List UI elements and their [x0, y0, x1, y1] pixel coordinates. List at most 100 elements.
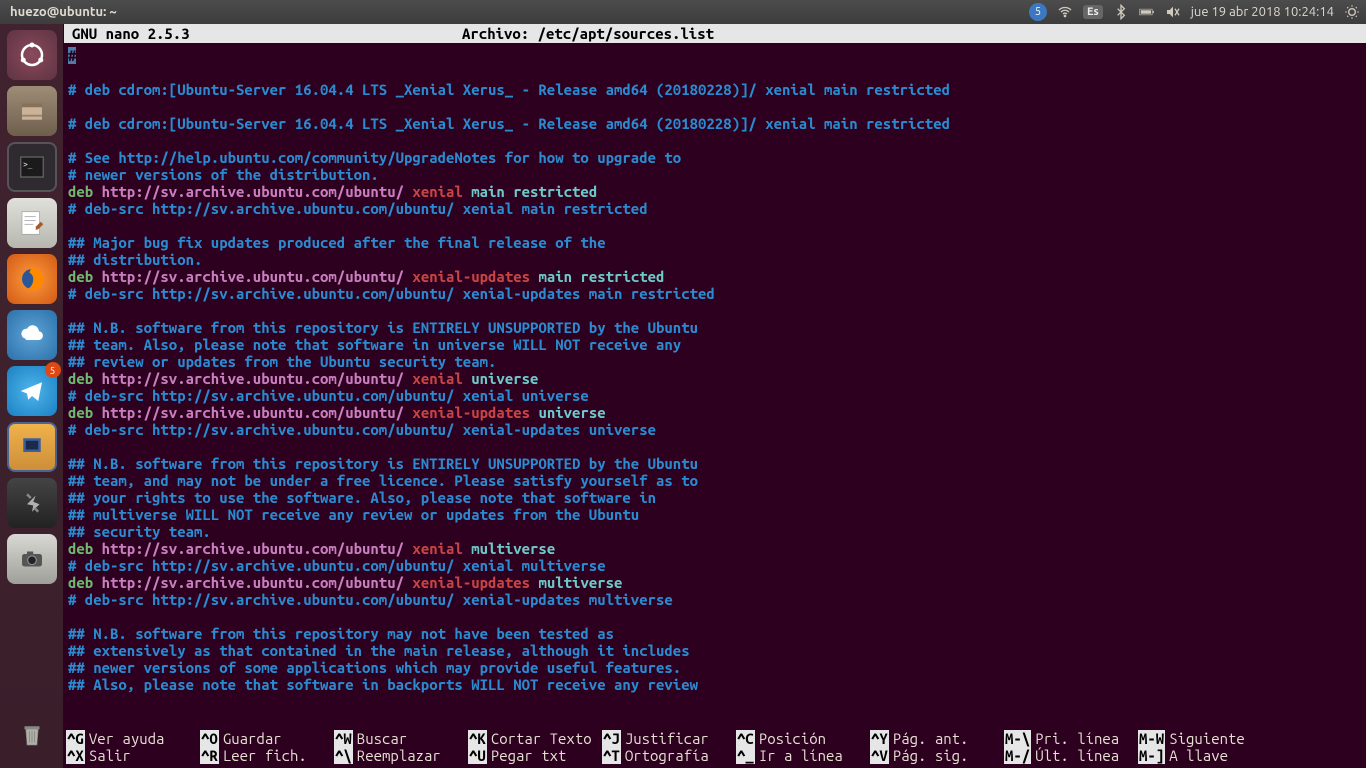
shortcut-row: ^GVer ayuda^OGuardar^WBuscar^KCortar Tex…: [66, 730, 1364, 747]
nano-titlebar: GNU nano 2.5.3 Archivo: /etc/apt/sources…: [64, 24, 1366, 43]
shortcut-label: Leer fich.: [223, 747, 307, 764]
editor-line: ## N.B. software from this repository is…: [68, 455, 1366, 472]
editor-line: # See http://help.ubuntu.com/community/U…: [68, 149, 1366, 166]
shortcut-m[interactable]: M-\Pri. línea: [1004, 730, 1138, 747]
text-editor-icon[interactable]: [7, 198, 57, 248]
editor-line: deb http://sv.archive.ubuntu.com/ubuntu/…: [68, 404, 1366, 421]
editor-line: ## N.B. software from this repository is…: [68, 319, 1366, 336]
bluetooth-indicator-icon[interactable]: [1113, 4, 1129, 20]
shortcut-key: ^G: [66, 730, 85, 747]
keyboard-layout-indicator[interactable]: Es: [1083, 5, 1103, 19]
shortcut-mw[interactable]: M-WSiguiente: [1138, 730, 1272, 747]
files-icon[interactable]: [7, 86, 57, 136]
screenshot-icon[interactable]: [7, 534, 57, 584]
top-menubar: huezo@ubuntu: ~ 5 Es jue 19 abr 2018 10:…: [0, 0, 1366, 24]
notification-indicator[interactable]: 5: [1029, 3, 1047, 21]
terminal-window[interactable]: GNU nano 2.5.3 Archivo: /etc/apt/sources…: [64, 24, 1366, 768]
editor-content[interactable]: # # deb cdrom:[Ubuntu-Server 16.04.4 LTS…: [64, 43, 1366, 728]
shortcut-key: ^J: [602, 730, 621, 747]
shortcut-key: ^K: [468, 730, 487, 747]
shortcut-key: ^_: [736, 747, 755, 764]
shortcut-label: Salir: [89, 747, 131, 764]
shortcut-key: ^W: [334, 730, 353, 747]
editor-line: ## distribution.: [68, 251, 1366, 268]
shortcut-label: A llave: [1169, 747, 1228, 764]
unity-launcher: >_ 5: [0, 24, 64, 768]
shortcut-v[interactable]: ^VPág. sig.: [870, 747, 1004, 764]
shortcut-label: Justificar: [625, 730, 709, 747]
clock-indicator[interactable]: jue 19 abr 2018 10:24:14: [1191, 5, 1334, 19]
editor-line: # deb cdrom:[Ubuntu-Server 16.04.4 LTS _…: [68, 81, 1366, 98]
editor-line: # newer versions of the distribution.: [68, 166, 1366, 183]
svg-text:>_: >_: [23, 160, 33, 169]
editor-line: ## multiverse WILL NOT receive any revie…: [68, 506, 1366, 523]
shortcut-label: Ir a línea: [759, 747, 843, 764]
shortcut-key: ^X: [66, 747, 85, 764]
shortcut-c[interactable]: ^CPosición: [736, 730, 870, 747]
settings-icon[interactable]: [7, 478, 57, 528]
shortcut-row: ^XSalir^RLeer fich.^\Reemplazar^UPegar t…: [66, 747, 1364, 764]
shortcut-j[interactable]: ^JJustificar: [602, 730, 736, 747]
editor-line: [68, 132, 1366, 149]
editor-line: [68, 438, 1366, 455]
shortcut-g[interactable]: ^GVer ayuda: [66, 730, 200, 747]
nano-version: GNU nano 2.5.3: [72, 25, 462, 42]
shortcut-[interactable]: ^_Ir a línea: [736, 747, 870, 764]
editor-line: ## Major bug fix updates produced after …: [68, 234, 1366, 251]
editor-line: ## Also, please note that software in ba…: [68, 676, 1366, 693]
editor-line: [68, 608, 1366, 625]
editor-line: [68, 98, 1366, 115]
shortcut-r[interactable]: ^RLeer fich.: [200, 747, 334, 764]
wifi-indicator-icon[interactable]: [1057, 4, 1073, 20]
editor-line: # deb-src http://sv.archive.ubuntu.com/u…: [68, 591, 1366, 608]
shortcut-m[interactable]: M-/Últ. línea: [1004, 747, 1138, 764]
shortcut-label: Posición: [759, 730, 826, 747]
terminal-icon[interactable]: >_: [7, 142, 57, 192]
telegram-icon[interactable]: 5: [7, 366, 57, 416]
shortcut-label: Pri. línea: [1035, 730, 1119, 747]
dash-icon[interactable]: [7, 30, 57, 80]
shortcut-key: M-\: [1004, 730, 1031, 747]
shortcut-key: ^O: [200, 730, 219, 747]
shortcut-label: Últ. línea: [1035, 747, 1119, 764]
shortcut-u[interactable]: ^UPegar txt: [468, 747, 602, 764]
shortcut-x[interactable]: ^XSalir: [66, 747, 200, 764]
shortcut-label: Pág. ant.: [893, 730, 969, 747]
editor-line: deb http://sv.archive.ubuntu.com/ubuntu/…: [68, 183, 1366, 200]
shortcut-y[interactable]: ^YPág. ant.: [870, 730, 1004, 747]
shortcut-key: M-/: [1004, 747, 1031, 764]
shortcut-k[interactable]: ^KCortar Texto: [468, 730, 602, 747]
shortcut-key: ^V: [870, 747, 889, 764]
shortcut-key: ^U: [468, 747, 487, 764]
editor-line: #: [68, 47, 1366, 64]
shortcut-w[interactable]: ^WBuscar: [334, 730, 468, 747]
battery-indicator-icon[interactable]: [1139, 4, 1155, 20]
window-title: huezo@ubuntu: ~: [6, 5, 1029, 19]
sound-indicator-icon[interactable]: [1165, 4, 1181, 20]
weather-icon[interactable]: [7, 310, 57, 360]
nano-filename: Archivo: /etc/apt/sources.list: [462, 25, 1358, 42]
firefox-icon[interactable]: [7, 254, 57, 304]
trash-icon[interactable]: [7, 710, 57, 760]
shortcut-label: Ver ayuda: [89, 730, 165, 747]
shortcut-label: Reemplazar: [357, 747, 441, 764]
shortcut-o[interactable]: ^OGuardar: [200, 730, 334, 747]
editor-line: ## review or updates from the Ubuntu sec…: [68, 353, 1366, 370]
shortcut-key: ^R: [200, 747, 219, 764]
shortcut-[interactable]: ^\Reemplazar: [334, 747, 468, 764]
shortcut-key: ^T: [602, 747, 621, 764]
shortcut-label: Cortar Texto: [491, 730, 592, 747]
editor-line: ## your rights to use the software. Also…: [68, 489, 1366, 506]
shortcut-label: Pegar txt: [491, 747, 567, 764]
editor-line: [68, 217, 1366, 234]
vmware-icon[interactable]: [7, 422, 57, 472]
shortcut-label: Buscar: [357, 730, 407, 747]
shortcut-key: ^C: [736, 730, 755, 747]
editor-line: deb http://sv.archive.ubuntu.com/ubuntu/…: [68, 574, 1366, 591]
editor-line: ## team. Also, please note that software…: [68, 336, 1366, 353]
shortcut-t[interactable]: ^TOrtografía: [602, 747, 736, 764]
shortcut-label: Siguiente: [1169, 730, 1245, 747]
session-indicator-icon[interactable]: [1344, 4, 1360, 20]
shortcut-m[interactable]: M-]A llave: [1138, 747, 1272, 764]
editor-line: # deb-src http://sv.archive.ubuntu.com/u…: [68, 285, 1366, 302]
